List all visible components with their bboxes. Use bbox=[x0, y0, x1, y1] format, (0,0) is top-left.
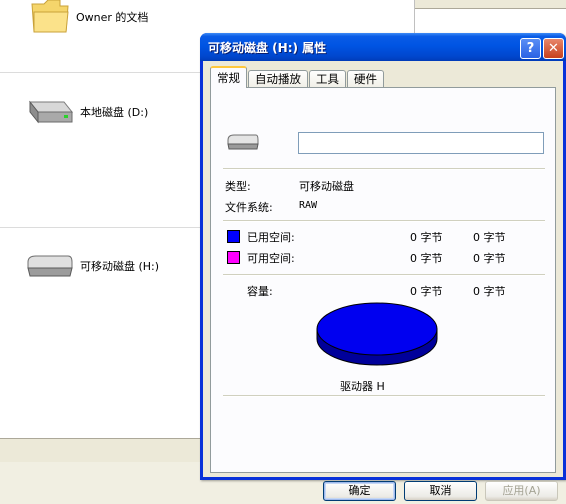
removable-disk-icon bbox=[27, 255, 73, 277]
free-space-size: 0 字节 bbox=[473, 252, 506, 265]
explorer-top-strip bbox=[415, 0, 566, 9]
filesystem-value: RAW bbox=[299, 200, 318, 211]
divider bbox=[223, 168, 545, 170]
type-value: 可移动磁盘 bbox=[299, 180, 354, 193]
dialog-titlebar[interactable]: 可移动磁盘 (H:) 属性 ? ✕ bbox=[200, 33, 566, 61]
usage-pie-chart bbox=[316, 302, 438, 366]
divider bbox=[223, 395, 545, 397]
dialog-client: 常规 自动播放 工具 硬件 类型: 可移动磁盘 文件系统: RAW 已用空间: … bbox=[203, 61, 563, 501]
type-label: 类型: bbox=[225, 180, 251, 193]
list-item-label: Owner 的文档 bbox=[76, 11, 149, 24]
pie-top bbox=[316, 302, 438, 356]
free-space-label: 可用空间: bbox=[247, 252, 295, 265]
removable-disk-icon bbox=[227, 134, 259, 150]
list-item-removable-disk-h[interactable]: 可移动磁盘 (H:) bbox=[24, 250, 159, 282]
cancel-button[interactable]: 取消 bbox=[404, 481, 477, 501]
divider bbox=[223, 274, 545, 276]
capacity-size: 0 字节 bbox=[473, 285, 506, 298]
dialog-title: 可移动磁盘 (H:) 属性 bbox=[208, 41, 327, 55]
list-item-local-disk-d[interactable]: 本地磁盘 (D:) bbox=[24, 96, 148, 128]
divider bbox=[223, 220, 545, 222]
close-button[interactable]: ✕ bbox=[543, 38, 564, 59]
ok-button[interactable]: 确定 bbox=[323, 481, 396, 501]
capacity-label: 容量: bbox=[247, 285, 273, 298]
close-icon: ✕ bbox=[548, 41, 559, 56]
tab-general[interactable]: 常规 bbox=[210, 66, 247, 88]
drive-letter-label: 驱动器 H bbox=[340, 380, 385, 393]
folder-icon bbox=[31, 0, 69, 33]
list-item-owner-docs[interactable]: Owner 的文档 bbox=[30, 0, 148, 34]
capacity-bytes: 0 字节 bbox=[410, 285, 443, 298]
used-space-swatch bbox=[227, 230, 240, 243]
tab-strip: 常规 自动播放 工具 硬件 bbox=[210, 66, 385, 88]
tab-tools[interactable]: 工具 bbox=[309, 70, 346, 88]
filesystem-label: 文件系统: bbox=[225, 201, 273, 214]
list-item-label: 本地磁盘 (D:) bbox=[80, 106, 149, 119]
general-panel: 类型: 可移动磁盘 文件系统: RAW 已用空间: 0 字节 0 字节 可用空间… bbox=[210, 87, 556, 473]
drive-name-input[interactable] bbox=[298, 132, 544, 154]
local-disk-icon bbox=[28, 100, 74, 124]
tab-autoplay[interactable]: 自动播放 bbox=[248, 70, 308, 88]
used-space-bytes: 0 字节 bbox=[410, 231, 443, 244]
used-space-label: 已用空间: bbox=[247, 231, 295, 244]
used-space-size: 0 字节 bbox=[473, 231, 506, 244]
tab-hardware[interactable]: 硬件 bbox=[347, 70, 384, 88]
properties-dialog: 可移动磁盘 (H:) 属性 ? ✕ 常规 自动播放 工具 硬件 类型: 可移动磁… bbox=[200, 33, 566, 501]
help-icon: ? bbox=[526, 41, 535, 56]
free-space-swatch bbox=[227, 251, 240, 264]
free-space-bytes: 0 字节 bbox=[410, 252, 443, 265]
help-button[interactable]: ? bbox=[520, 38, 541, 59]
list-item-label: 可移动磁盘 (H:) bbox=[80, 260, 160, 273]
apply-button[interactable]: 应用(A) bbox=[485, 481, 558, 501]
